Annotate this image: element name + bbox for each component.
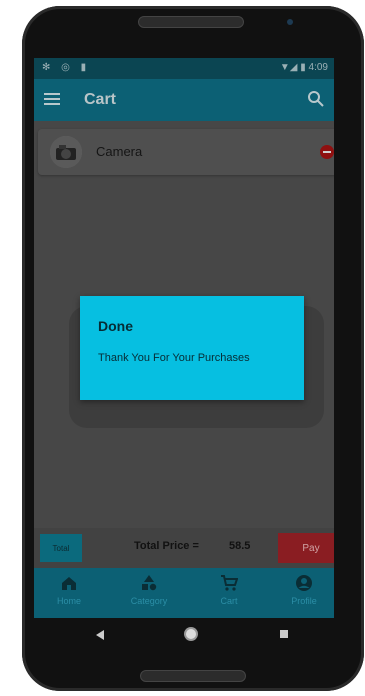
menu-icon[interactable]: [42, 89, 62, 109]
bottom-navigation: Home Category Cart Profile: [34, 568, 334, 618]
nav-profile[interactable]: Profile: [274, 574, 334, 614]
status-icons-left: ✻ ◎ ▮: [42, 62, 91, 73]
dialog-title: Done: [98, 318, 133, 334]
dialog-message: Thank You For Your Purchases: [98, 352, 250, 364]
confirmation-dialog: Done Thank You For Your Purchases: [80, 296, 304, 400]
product-name: Camera: [96, 144, 143, 159]
status-bar: ✻ ◎ ▮ ▼◢ ▮ 4:09: [34, 58, 334, 79]
home-icon: [62, 577, 76, 590]
app-bar: Cart: [34, 79, 334, 121]
nav-category[interactable]: Category: [119, 574, 179, 614]
back-icon[interactable]: [96, 630, 104, 640]
profile-icon: [296, 575, 312, 591]
home-circle-icon[interactable]: [186, 629, 196, 639]
product-image: [50, 136, 82, 168]
speaker-top: [138, 16, 244, 28]
nav-cart[interactable]: Cart: [199, 574, 259, 614]
category-icon: [142, 575, 157, 591]
status-time: 4:09: [308, 62, 328, 73]
nav-category-label: Category: [130, 596, 168, 606]
nav-home-label: Home: [56, 596, 81, 606]
system-navigation-bar: [34, 618, 334, 654]
front-camera: [287, 19, 293, 25]
nav-cart-label: Cart: [220, 596, 238, 606]
total-price-value: 58.5: [229, 540, 251, 552]
total-price-label: Total Price =: [134, 540, 199, 552]
recent-apps-icon[interactable]: [280, 630, 288, 638]
remove-item-icon[interactable]: [320, 145, 334, 159]
cart-icon: [221, 575, 238, 591]
page-title: Cart: [84, 91, 117, 108]
nav-home[interactable]: Home: [39, 574, 99, 614]
total-button[interactable]: Total: [40, 534, 82, 562]
status-right: ▼◢ ▮ 4:09: [279, 62, 328, 73]
cart-list-item[interactable]: Camera: [38, 129, 334, 175]
search-icon[interactable]: [306, 89, 326, 109]
pay-button[interactable]: Pay: [278, 533, 334, 563]
nav-profile-label: Profile: [291, 596, 317, 606]
speaker-bottom: [140, 670, 246, 682]
total-summary-bar: Total Total Price = 58.5 Pay: [34, 528, 334, 568]
app-screen: ✻ ◎ ▮ ▼◢ ▮ 4:09 Cart Camera Done Thank Y…: [34, 58, 334, 618]
